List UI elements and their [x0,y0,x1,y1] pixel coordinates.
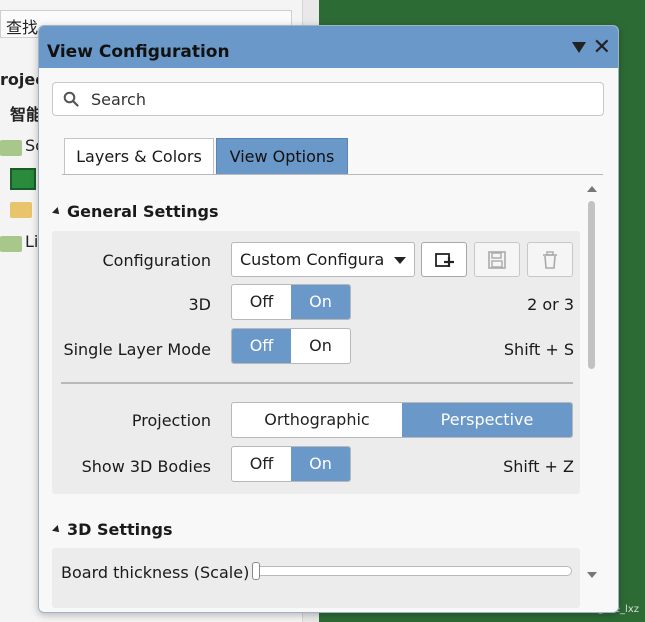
3d-label: 3D [188,295,212,314]
single-layer-mode-label: Single Layer Mode [63,340,211,359]
folder-icon [0,236,22,252]
show-3d-bodies-toggle[interactable]: Off On [231,446,351,482]
general-settings-title: General Settings [67,202,219,221]
tabs-divider [62,174,603,175]
save-configuration-button[interactable] [474,242,520,277]
panel-titlebar[interactable]: View Configuration ✕ [39,26,618,68]
add-configuration-icon [435,253,454,267]
single-layer-mode-shortcut: Shift + S [503,340,574,359]
show-3d-bodies-off-option[interactable]: Off [232,447,291,481]
pcb-document-icon [10,168,36,190]
single-layer-mode-toggle[interactable]: Off On [231,328,351,364]
chevron-down-icon [394,257,406,264]
projection-perspective-option[interactable]: Perspective [402,403,572,437]
scroll-up-arrow-icon[interactable] [587,186,597,192]
folder-icon [0,140,22,156]
tab-view-options[interactable]: View Options [216,138,348,175]
projection-orthographic-option[interactable]: Orthographic [232,403,402,437]
board-thickness-slider-track[interactable] [254,566,572,576]
search-input[interactable] [89,89,593,110]
configuration-label: Configuration [102,251,211,270]
single-layer-on-option[interactable]: On [291,329,350,363]
panel-title: View Configuration [47,42,230,62]
board-thickness-slider-thumb[interactable] [252,562,260,580]
show-3d-bodies-label: Show 3D Bodies [81,457,211,476]
configuration-select[interactable]: Custom Configura [231,242,415,277]
settings-divider [61,382,573,384]
3d-toggle[interactable]: Off On [231,284,351,320]
trash-icon [543,251,557,269]
3d-off-option[interactable]: Off [232,285,291,319]
search-box[interactable] [52,82,604,116]
panel-scrollbar-thumb[interactable] [588,201,595,369]
3d-shortcut: 2 or 3 [527,295,574,314]
show-3d-bodies-shortcut: Shift + Z [503,457,574,476]
delete-configuration-button[interactable] [527,242,573,277]
tab-layers-colors[interactable]: Layers & Colors [64,138,214,175]
board-thickness-label: Board thickness (Scale) [61,563,250,582]
single-layer-off-option[interactable]: Off [232,329,291,363]
general-settings-header[interactable]: General Settings [52,202,219,221]
close-icon[interactable]: ✕ [593,37,611,59]
view-configuration-panel: View Configuration ✕ Layers & Colors Vie… [38,25,619,613]
add-configuration-button[interactable] [421,242,467,277]
scroll-down-arrow-icon[interactable] [587,572,597,578]
folder-icon [10,202,32,218]
search-icon [63,91,79,107]
background-search-label: 查找 [6,18,39,37]
3d-settings-title: 3D Settings [67,520,173,539]
3d-on-option[interactable]: On [291,285,350,319]
collapse-triangle-icon [52,207,62,217]
configuration-select-value: Custom Configura [240,250,385,269]
collapse-triangle-icon [52,525,62,535]
projection-toggle[interactable]: Orthographic Perspective [231,402,573,438]
project-tree-item-li[interactable]: Li [25,232,38,251]
show-3d-bodies-on-option[interactable]: On [291,447,350,481]
panel-menu-dropdown-icon[interactable] [572,42,586,53]
save-icon [488,251,506,269]
3d-settings-header[interactable]: 3D Settings [52,520,173,539]
projection-label: Projection [131,411,211,430]
